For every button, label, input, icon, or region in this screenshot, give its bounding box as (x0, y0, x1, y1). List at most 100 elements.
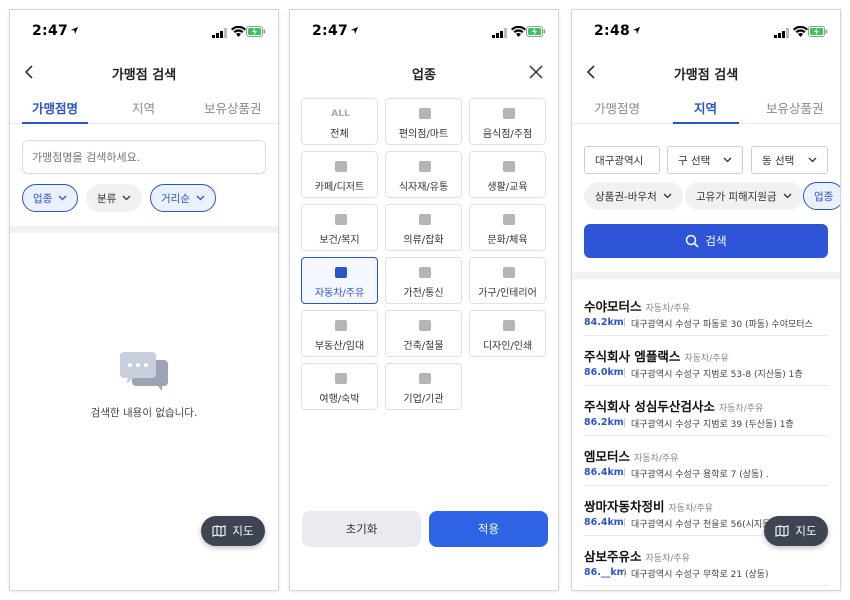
industry-option[interactable]: 건축/철물 (385, 310, 462, 357)
result-category: 자동차/주유 (718, 404, 764, 414)
tab-store-name[interactable]: 가맹점명 (594, 98, 640, 117)
industry-option[interactable]: 자동차/주유 (301, 257, 378, 304)
cellular-signal-icon (212, 28, 227, 38)
status-bar: 2:47 (290, 10, 558, 52)
tab-vouchers[interactable]: 보유상품권 (766, 98, 824, 117)
result-distance: 86.4km (584, 517, 624, 528)
top-bar: 가맹점 검색 (10, 52, 278, 92)
section-divider (572, 272, 840, 279)
industry-option[interactable]: 카페/디저트 (301, 151, 378, 198)
cart-icon (417, 160, 432, 173)
industry-option[interactable]: 문화/체육 (469, 204, 546, 251)
result-name-text: 쌍마자동차정비 (584, 499, 665, 514)
result-address: 대구광역시 수성구 지범로 53-8 (지산동) 1층 (631, 370, 803, 380)
top-bar: 업종 (290, 52, 558, 92)
industry-option[interactable]: 기업/기관 (385, 363, 462, 410)
battery-charging-icon (246, 26, 266, 37)
cup-icon (333, 160, 348, 173)
page-title: 가맹점 검색 (111, 68, 177, 83)
chevron-down-icon (196, 195, 205, 201)
select-city[interactable]: 대구광역시 (584, 146, 660, 174)
divider (624, 368, 625, 377)
filter-relief-fund-chip[interactable]: 고유가 피해지원금 (685, 182, 803, 210)
result-item[interactable]: 수야모터스 자동차/주유 84.2km 대구광역시 수성구 파동로 30 (파동) 수… (584, 286, 828, 336)
industry-option-label: 디자인/인쇄 (482, 341, 533, 352)
industry-option-label: 가전/통신 (403, 288, 444, 299)
industry-option-label: 식자재/유통 (398, 182, 449, 193)
filter-voucher-label: 상품권-바우처 (595, 190, 657, 203)
result-item[interactable]: 엠모터스 자동차/주유 86.4km 대구광역시 수성구 용학로 7 (상동) . (584, 436, 828, 486)
select-neighborhood[interactable]: 동 선택 (751, 146, 828, 174)
industry-option-label: 기업/기관 (403, 394, 444, 405)
location-arrow-icon (350, 26, 359, 35)
industry-option[interactable]: 디자인/인쇄 (469, 310, 546, 357)
chevron-down-icon (58, 195, 67, 201)
industry-option[interactable]: 음식점/주점 (469, 98, 546, 145)
page-title: 가맹점 검색 (673, 68, 739, 83)
industry-option[interactable]: 부동산/임대 (301, 310, 378, 357)
filter-category-label: 분류 (97, 192, 117, 205)
cellular-signal-icon (774, 28, 789, 38)
screen-store-search-region: 2:48 가맹점 검색 가맹점명 지역 보유상품권 대구광역시 구 선택 동 선… (572, 10, 840, 590)
industry-option[interactable]: 가전/통신 (385, 257, 462, 304)
industry-option[interactable]: 여행/숙박 (301, 363, 378, 410)
top-bar: 가맹점 검색 (572, 52, 840, 92)
industry-option[interactable]: 생활/교육 (469, 151, 546, 198)
result-category: 자동차/주유 (684, 354, 729, 364)
map-button-label: 지도 (795, 524, 817, 538)
tab-region[interactable]: 지역 (694, 98, 717, 117)
result-name: 주식회사 성심두산검사소 자동차/주유 (584, 396, 763, 415)
chevron-down-icon (723, 157, 732, 163)
industry-option[interactable]: 보건/복지 (301, 204, 378, 251)
screen-store-search-name: 2:47 가맹점 검색 가맹점명 지역 보유상품권 업종 분류 거리순 검색한 … (10, 10, 278, 590)
apply-button[interactable]: 적용 (429, 511, 548, 547)
industry-option[interactable]: ALL 전체 (301, 98, 378, 145)
battery-charging-icon (808, 26, 828, 37)
search-button-label: 검색 (705, 234, 727, 248)
divider (624, 318, 625, 327)
result-name: 쌍마자동차정비 자동차/주유 (584, 496, 713, 515)
map-button[interactable]: 지도 (201, 516, 265, 546)
select-district[interactable]: 구 선택 (667, 146, 743, 174)
filter-industry-chip[interactable]: 업종 (22, 184, 79, 212)
chevron-down-icon (122, 195, 131, 201)
chevron-down-icon (663, 193, 672, 199)
filter-sort-chip[interactable]: 거리순 (150, 184, 216, 212)
result-name-text: 삼보주유소 (584, 549, 642, 564)
result-distance: 86.0km (584, 367, 624, 378)
wifi-icon (511, 26, 526, 37)
result-item[interactable]: 주식회사 성심두산검사소 자동차/주유 86.2km 대구광역시 수성구 지범로 39… (584, 386, 828, 436)
shirt-icon (417, 213, 432, 226)
result-address: 대구광역시 수성구 지범로 39 (두산동) 1층 (631, 420, 794, 430)
tab-store-name[interactable]: 가맹점명 (32, 98, 78, 117)
result-item[interactable]: 주식회사 엠플랙스 자동차/주유 86.0km 대구광역시 수성구 지범로 53-8 … (584, 336, 828, 386)
industry-option-label: 편의점/마트 (398, 129, 449, 140)
industry-option[interactable]: 가구/인테리어 (469, 257, 546, 304)
industry-option[interactable]: 의류/잡화 (385, 204, 462, 251)
result-name: 삼보주유소 자동차/주유 (584, 546, 690, 565)
map-icon (212, 525, 226, 537)
camera-icon (501, 213, 516, 226)
wifi-icon (793, 26, 808, 37)
close-icon[interactable] (528, 64, 544, 80)
result-name: 엠모터스 자동차/주유 (584, 446, 678, 465)
result-name-text: 수야모터스 (584, 299, 642, 314)
filter-category-chip[interactable]: 분류 (86, 184, 143, 212)
industry-option[interactable]: 식자재/유통 (385, 151, 462, 198)
sofa-icon (501, 266, 516, 279)
filter-voucher-chip[interactable]: 상품권-바우처 (584, 182, 683, 210)
reset-button[interactable]: 초기화 (302, 511, 421, 547)
map-button[interactable]: 지도 (764, 516, 828, 546)
search-button[interactable]: 검색 (584, 224, 828, 258)
industry-option-label: 음식점/주점 (482, 129, 533, 140)
industry-option-label: 건축/철물 (403, 341, 444, 352)
search-input[interactable] (22, 140, 266, 174)
result-address: 대구광역시 수성구 용학로 7 (상동) . (631, 470, 769, 480)
filter-industry-chip[interactable]: 업종 (803, 182, 840, 210)
status-time: 2:48 (594, 23, 631, 39)
tab-vouchers[interactable]: 보유상품권 (204, 98, 262, 117)
tab-region[interactable]: 지역 (132, 98, 155, 117)
result-name: 주식회사 엠플랙스 자동차/주유 (584, 346, 729, 365)
result-distance: 86.2km (584, 417, 624, 428)
industry-option[interactable]: 편의점/마트 (385, 98, 462, 145)
